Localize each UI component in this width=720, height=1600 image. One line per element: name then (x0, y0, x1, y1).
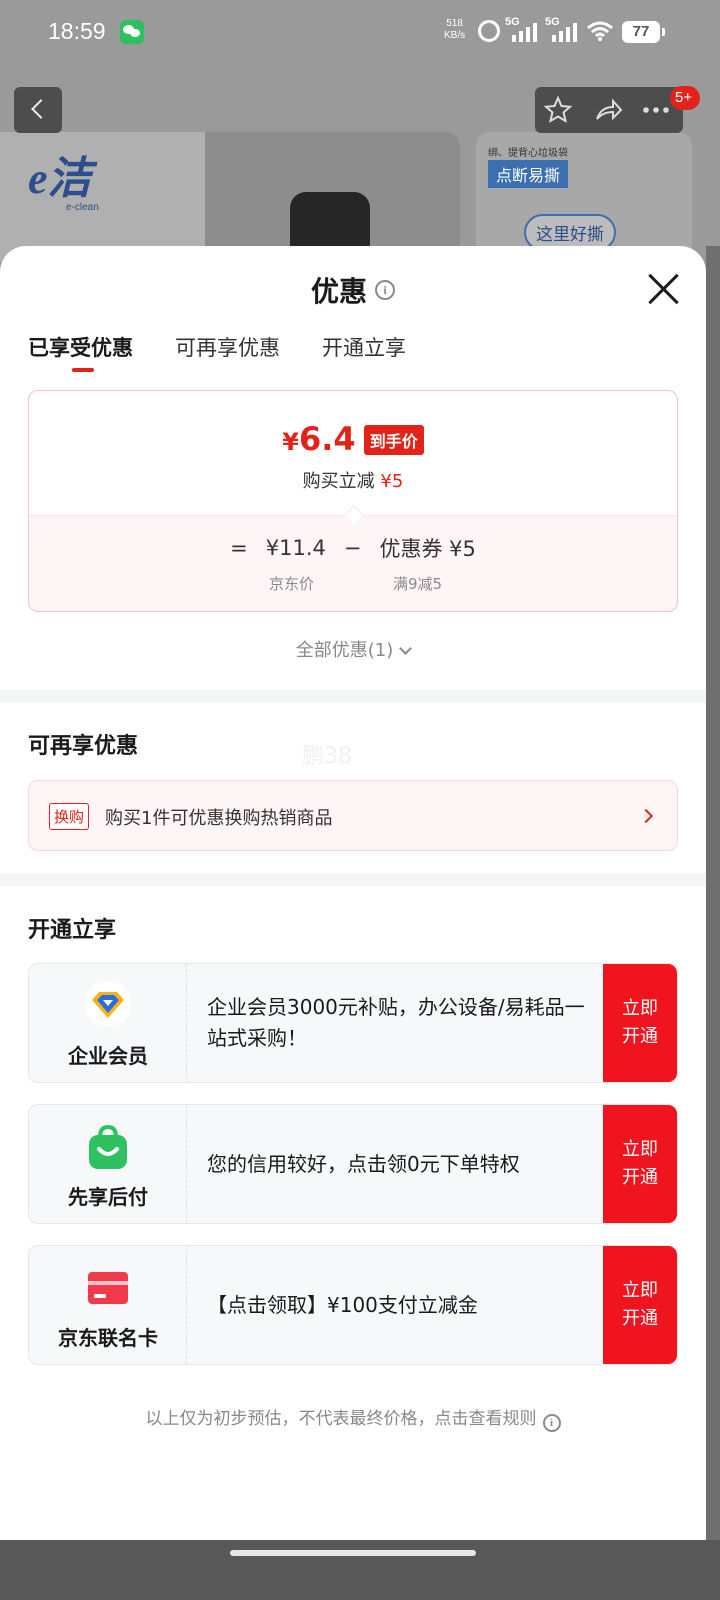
share-icon[interactable] (593, 95, 623, 125)
offer-description: 【点击领取】¥100支付立减金 (207, 1293, 478, 1317)
coupon-amount: 优惠券 ¥5 (379, 537, 476, 561)
instant-discount: 购买立减 ¥5 (302, 471, 404, 492)
top-action-group (535, 87, 683, 133)
offer-brand: 企业会员 (29, 964, 187, 1082)
status-bar: 18:59 518 KB/s 5G 5G 77 (0, 0, 720, 70)
coupon-rule: 满9减5 (393, 575, 443, 593)
chevron-down-icon (399, 642, 413, 655)
wifi-icon (587, 21, 613, 41)
jd-price: ¥11.4 (265, 536, 326, 560)
pay-later-bag-icon (89, 1124, 127, 1169)
wechat-icon (120, 20, 144, 44)
offer-brand: 京东联名卡 (29, 1246, 187, 1364)
enterprise-member-icon (85, 981, 131, 1027)
offer-brand: 先享后付 (29, 1105, 187, 1223)
price-formula: = ¥11.4 − 优惠券 ¥5 (29, 533, 677, 563)
info-icon[interactable]: i (375, 280, 395, 300)
discount-tabs: 已享受优惠 可再享优惠 开通立享 (28, 332, 406, 372)
price-calc-area (29, 515, 677, 611)
jd-price-label: 京东价 (269, 575, 315, 593)
swap-text: 购买1件可优惠换购热销商品 (105, 808, 333, 829)
instant-discount-value: ¥5 (380, 471, 404, 492)
offer-card-credit-card[interactable]: 京东联名卡 【点击领取】¥100支付立减金 立即 开通 (28, 1245, 678, 1365)
network-speed: 518 KB/s (444, 18, 466, 41)
equals-sign: = (230, 536, 248, 560)
home-indicator[interactable] (230, 1550, 476, 1556)
chevron-right-icon (638, 808, 654, 824)
offer-card-pay-later[interactable]: 先享后付 您的信用较好，点击领0元下单特权 立即 开通 (28, 1104, 678, 1224)
section-divider (0, 873, 706, 886)
favorite-star-icon[interactable] (543, 95, 573, 125)
tab-more-available[interactable]: 可再享优惠 (175, 332, 280, 372)
back-button[interactable] (14, 87, 62, 133)
sheet-title: 优惠 (310, 275, 367, 308)
system-nav-bar (0, 1540, 720, 1600)
activate-button[interactable]: 立即 开通 (603, 964, 677, 1082)
more-options-icon[interactable] (641, 95, 671, 125)
more-discounts-title: 可再享优惠 (28, 734, 139, 759)
signal-bars-1-icon (512, 22, 537, 42)
battery-indicator: 77 (622, 21, 665, 43)
status-time: 18:59 (48, 18, 106, 44)
swap-tag: 换购 (49, 803, 90, 830)
minus-sign: − (343, 536, 362, 560)
notification-badge: 5+ (670, 86, 700, 110)
brand-logo: e洁 e-clean (28, 154, 99, 214)
signal-bars-2-icon (552, 22, 577, 42)
tab-activate[interactable]: 开通立享 (322, 332, 406, 372)
activate-section-title: 开通立享 (28, 918, 117, 943)
sheet-gutter (706, 246, 720, 1540)
final-price-tag: 到手价 (363, 425, 424, 455)
info-icon: i (542, 1414, 561, 1432)
swap-offer-row[interactable]: 换购 购买1件可优惠换购热销商品 (28, 780, 678, 851)
watermark: 鹏38 (302, 744, 352, 769)
final-price-row: ¥6.4 到手价 (29, 419, 677, 462)
product-thumbnail: 绑、提背心垃圾袋 点断易撕 这里好撕 (476, 132, 692, 262)
alarm-icon (478, 20, 500, 42)
offer-name: 企业会员 (68, 1044, 148, 1068)
credit-card-icon (88, 1272, 128, 1304)
offer-name: 京东联名卡 (58, 1326, 158, 1350)
activate-button[interactable]: 立即 开通 (603, 1246, 677, 1364)
section-divider (0, 690, 706, 703)
activate-button[interactable]: 立即 开通 (603, 1105, 677, 1223)
all-discounts-toggle[interactable]: 全部优惠(1) (0, 636, 706, 662)
sheet-header: 优惠 i (0, 270, 706, 310)
offer-card-enterprise[interactable]: 企业会员 企业会员3000元补贴，办公设备/易耗品一站式采购！ 立即 开通 (28, 963, 678, 1083)
offer-name: 先享后付 (68, 1185, 148, 1209)
offer-description: 您的信用较好，点击领0元下单特权 (207, 1152, 520, 1176)
price-breakdown-card: ¥6.4 到手价 购买立减 ¥5 = ¥11.4 − 优惠券 ¥5 京东价 满9… (28, 390, 678, 612)
offer-description: 企业会员3000元补贴，办公设备/易耗品一站式采购！ (207, 995, 585, 1050)
thumbnail-caption: 绑、提背心垃圾袋 (488, 148, 568, 159)
tab-enjoyed[interactable]: 已享受优惠 (28, 332, 133, 372)
thumbnail-tag: 点断易撕 (488, 160, 569, 188)
price-disclaimer[interactable]: 以上仅为初步预估，不代表最终价格，点击查看规则 i (0, 1404, 706, 1432)
close-button[interactable] (646, 272, 680, 306)
final-price: ¥6.4 (282, 420, 356, 458)
